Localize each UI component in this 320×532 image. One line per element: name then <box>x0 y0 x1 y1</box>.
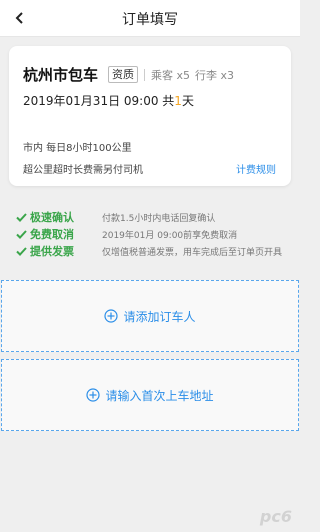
datetime-text: 2019年01月31日 09:00 共 <box>23 94 175 108</box>
luggage-capacity: 行李 x3 <box>195 68 235 82</box>
passenger-capacity: 乘客 x5 <box>151 68 191 82</box>
plus-circle-icon <box>104 309 119 323</box>
feature-item: 提供发票 仅增值税普通发票，用车完成后至订单页开具 <box>15 243 300 259</box>
add-orderer-button[interactable]: 请添加订车人 <box>1 280 299 352</box>
plus-circle-icon <box>86 388 101 402</box>
days-count: 1 <box>174 94 182 108</box>
feature-item: 免费取消 2019年01月 09:00前享免费取消 <box>15 226 300 242</box>
days-unit: 天 <box>181 94 194 108</box>
service-features: 极速确认 付款1.5小时内电话回复确认 免费取消 2019年01月 09:00前… <box>15 209 300 260</box>
product-name: 杭州市包车 <box>23 66 99 84</box>
feature-desc: 付款1.5小时内电话回复确认 <box>102 213 216 224</box>
qualification-badge: 资质 <box>108 66 139 83</box>
service-scope: 市内 每日8小时100公里 <box>23 143 132 154</box>
watermark-logo: pc6 <box>259 507 292 526</box>
order-summary-card: 杭州市包车 资质 乘客 x5 行李 x3 2019年01月31日 09:00 共… <box>9 46 291 186</box>
product-row: 杭州市包车 资质 乘客 x5 行李 x3 <box>23 64 234 85</box>
feature-name: 免费取消 <box>30 228 74 241</box>
check-icon <box>15 228 27 240</box>
feature-name: 提供发票 <box>30 245 74 258</box>
divider <box>144 68 146 81</box>
feature-item: 极速确认 付款1.5小时内电话回复确认 <box>15 209 300 225</box>
feature-desc: 2019年01月 09:00前享免费取消 <box>102 230 238 241</box>
add-pickup-address-label: 请输入首次上车地址 <box>105 388 214 403</box>
add-pickup-address-button[interactable]: 请输入首次上车地址 <box>1 359 299 431</box>
check-icon <box>15 211 27 223</box>
add-orderer-label: 请添加订车人 <box>123 309 196 324</box>
page-title: 订单填写 <box>122 12 178 28</box>
overtime-note: 超公里超时长费需另付司机 <box>23 165 143 176</box>
fee-rules-link[interactable]: 计费规则 <box>236 161 276 176</box>
check-icon <box>15 245 27 257</box>
top-nav-bar: 订单填写 <box>0 0 300 37</box>
feature-name: 极速确认 <box>30 211 74 224</box>
feature-desc: 仅增值税普通发票，用车完成后至订单页开具 <box>102 247 283 258</box>
booking-datetime: 2019年01月31日 09:00 共1天 <box>23 92 194 109</box>
